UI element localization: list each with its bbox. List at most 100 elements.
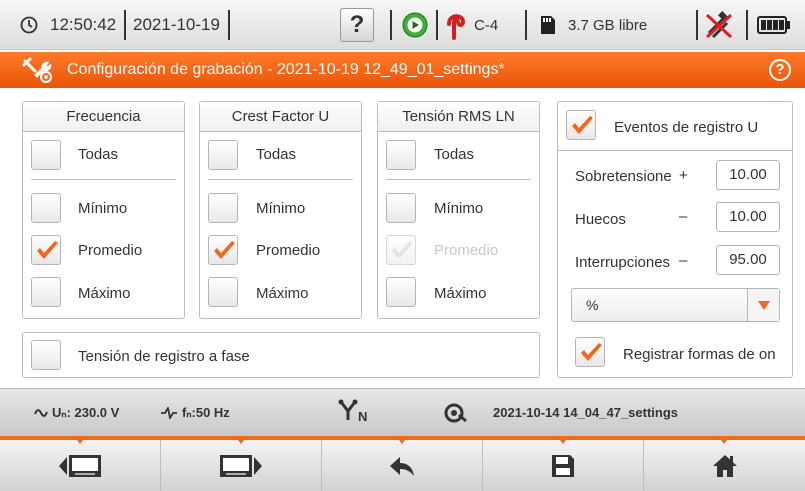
phase-voltage-label: Tensión de registro a fase: [78, 348, 250, 365]
separator: [390, 10, 392, 40]
info-bar: Uₙ: 230.0 V fₙ:50 Hz N 2021-10-14 14_04_…: [0, 388, 805, 436]
checkbox-label: Máximo: [256, 285, 309, 302]
checkbox-label: Máximo: [78, 285, 131, 302]
network-topology-icon: [338, 399, 358, 428]
home-icon: [712, 454, 737, 477]
save-icon: [552, 454, 574, 477]
divider: [558, 150, 792, 151]
status-storage: 3.7 GB libre: [568, 16, 648, 34]
status-help-button[interactable]: ?: [340, 8, 374, 42]
page-title: Configuración de grabación - 2021-10-19 …: [67, 61, 505, 78]
events-header: Eventos de registro U: [614, 119, 759, 136]
rms-todas-checkbox[interactable]: [386, 140, 416, 170]
huecos-sign: –: [679, 208, 688, 225]
panel-header: Crest Factor U: [200, 102, 361, 132]
clamp-icon: [446, 0, 466, 50]
settings-file-name: 2021-10-14 14_04_47_settings: [493, 405, 679, 420]
notch-marker: [74, 436, 86, 444]
no-network-icon: [703, 0, 735, 50]
frecuencia-minimo-checkbox[interactable]: [31, 193, 61, 223]
unit-select[interactable]: %: [571, 288, 780, 322]
checkmark-icon: [581, 343, 602, 361]
nominal-frequency: fₙ:50 Hz: [182, 405, 230, 420]
interrupciones-input[interactable]: 95.00: [716, 245, 780, 275]
separator: [228, 10, 230, 40]
phase-voltage-checkbox[interactable]: [31, 340, 61, 370]
separator: [124, 10, 126, 40]
save-button[interactable]: [483, 440, 644, 491]
crest-promedio-checkbox[interactable]: [208, 235, 238, 265]
unit-select-value: %: [586, 297, 599, 313]
huecos-label: Huecos: [575, 211, 626, 228]
checkbox-label: Máximo: [434, 285, 487, 302]
events-checkbox[interactable]: [566, 110, 596, 140]
checkbox-label: Todas: [256, 146, 297, 163]
checkbox-label: Promedio: [78, 242, 143, 259]
notch-marker: [557, 436, 569, 444]
rms-promedio-checkbox: [386, 235, 416, 265]
crest-todas-checkbox[interactable]: [208, 140, 238, 170]
crest-maximo-checkbox[interactable]: [208, 277, 238, 307]
crest-minimo-checkbox[interactable]: [208, 193, 238, 223]
tools-icon: [22, 57, 54, 88]
frecuencia-promedio-checkbox[interactable]: [31, 235, 61, 265]
sobretension-sign: +: [679, 167, 688, 184]
checkmark-icon: [214, 241, 235, 259]
status-time: 12:50:42: [50, 15, 117, 34]
huecos-input[interactable]: 10.00: [716, 202, 780, 232]
settings-file-icon: [444, 401, 468, 430]
checkmark-icon: [392, 241, 413, 259]
back-button[interactable]: [322, 440, 483, 491]
rms-maximo-checkbox[interactable]: [386, 277, 416, 307]
separator: [696, 10, 698, 40]
panel-header: Frecuencia: [23, 102, 184, 132]
dropdown-arrow-icon[interactable]: [747, 289, 779, 321]
divider: [208, 179, 353, 180]
interrupciones-sign: –: [679, 252, 688, 269]
rms-minimo-checkbox[interactable]: [386, 193, 416, 223]
status-bar: 12:50:42 2021-10-19 ? C-4 3.7 GB libre: [0, 0, 805, 50]
checkmark-icon: [572, 116, 593, 134]
notch-marker: [235, 436, 247, 444]
separator: [436, 10, 438, 40]
notch-marker: [396, 436, 408, 444]
title-bar: Configuración de grabación - 2021-10-19 …: [0, 52, 805, 88]
checkbox-label: Promedio: [256, 242, 321, 259]
waveforms-label: Registrar formas de on: [623, 346, 776, 363]
nominal-voltage: Uₙ: 230.0 V: [52, 405, 120, 420]
clock-icon: [20, 0, 38, 50]
checkbox-label: Mínimo: [78, 200, 128, 217]
frecuencia-maximo-checkbox[interactable]: [31, 277, 61, 307]
waveforms-checkbox[interactable]: [575, 337, 605, 367]
sobretension-label: Sobretensione: [575, 168, 672, 185]
prev-screen-icon: [59, 454, 101, 477]
checkbox-label: Promedio: [434, 242, 499, 259]
frecuencia-todas-checkbox[interactable]: [31, 140, 61, 170]
panel-header: Tensión RMS LN: [378, 102, 539, 132]
ac-wave-icon: [34, 406, 48, 424]
bottom-nav: [0, 440, 805, 491]
checkmark-icon: [37, 241, 58, 259]
separator: [746, 10, 748, 40]
topology-label: N: [358, 409, 368, 424]
back-arrow-icon: [390, 456, 414, 476]
battery-icon: [757, 0, 791, 50]
checkbox-label: Mínimo: [434, 200, 484, 217]
checkbox-label: Mínimo: [256, 200, 306, 217]
next-screen-icon: [220, 454, 262, 477]
status-channel: C-4: [474, 16, 499, 34]
frequency-wave-icon: [160, 405, 178, 424]
separator: [525, 10, 527, 40]
divider: [386, 179, 531, 180]
interrupciones-label: Interrupciones: [575, 254, 671, 271]
status-date: 2021-10-19: [133, 15, 220, 34]
home-button[interactable]: [644, 440, 805, 491]
title-help-button[interactable]: ?: [769, 59, 791, 81]
sobretension-input[interactable]: 10.00: [716, 160, 780, 190]
prev-screen-button[interactable]: [0, 440, 161, 491]
checkbox-label: Todas: [434, 146, 475, 163]
next-screen-button[interactable]: [161, 440, 322, 491]
notch-marker: [718, 436, 730, 444]
sd-card-icon: [540, 0, 556, 50]
checkbox-label: Todas: [78, 146, 119, 163]
